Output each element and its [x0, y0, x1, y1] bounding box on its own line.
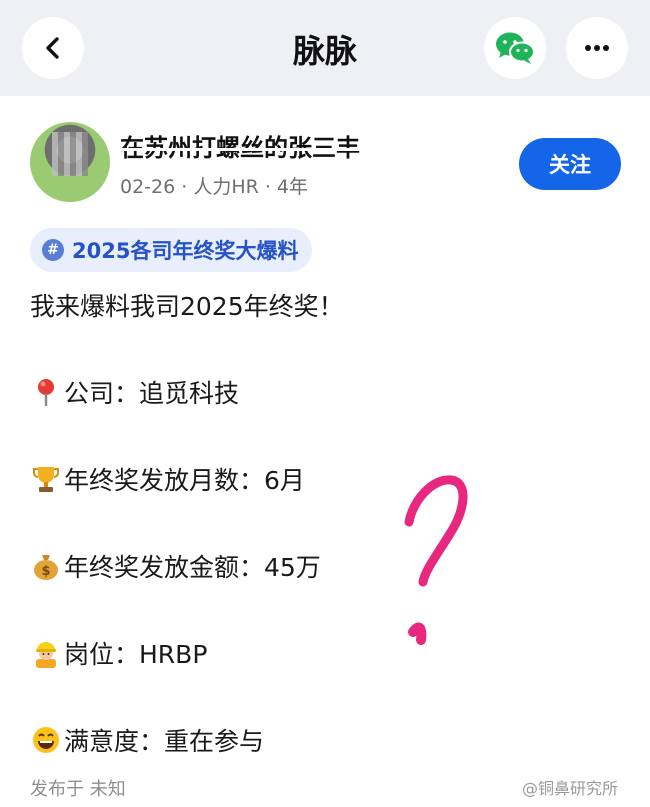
page-title: 脉脉 [292, 32, 357, 70]
post-intro: 我来爆料我司2025年终奖！ [30, 292, 344, 321]
post-line-text: 年终奖发放金额：45万 [64, 553, 321, 582]
topic-tag[interactable]: # 2025各司年终奖大爆料 [30, 228, 313, 272]
post-line-months: 年终奖发放月数：6月 [30, 461, 305, 497]
pin-icon [30, 376, 62, 408]
money-bag-icon: $ [30, 550, 62, 582]
share-wechat-button[interactable] [484, 17, 546, 79]
grinning-face-icon [30, 724, 62, 756]
svg-text:$: $ [41, 564, 50, 579]
author-meta: 02-26 · 人力HR · 4年 [120, 176, 309, 198]
topic-label: 2025各司年终奖大爆料 [72, 239, 299, 263]
post-line-text: 年终奖发放月数：6月 [64, 466, 305, 495]
worker-icon [30, 637, 62, 669]
trophy-icon [30, 463, 62, 495]
post-line-amount: $ 年终奖发放金额：45万 [30, 548, 321, 584]
post-line-text: 公司：追觅科技 [64, 379, 240, 408]
author-name[interactable]: 在苏州打螺丝的张三丰 [120, 128, 360, 163]
post-line-satisfaction: 满意度：重在参与 [30, 722, 264, 758]
publish-info: 发布于 未知 [30, 779, 126, 800]
hashtag-icon: # [42, 239, 64, 261]
follow-button[interactable]: 关注 [519, 138, 621, 190]
question-mark-doodle [404, 475, 468, 645]
top-navigation-bar: 脉脉 [0, 0, 650, 96]
avatar[interactable] [30, 122, 110, 202]
post-line-company: 公司：追觅科技 [30, 374, 239, 410]
post-line-text: 满意度：重在参与 [64, 727, 265, 756]
post-line-text: 岗位：HRBP [64, 640, 208, 669]
name-redaction-line [118, 148, 376, 151]
avatar-mosaic [52, 132, 88, 176]
wechat-icon [496, 32, 535, 64]
more-options-button[interactable] [566, 17, 628, 79]
more-horizontal-icon [585, 45, 609, 51]
post-line-position: 岗位：HRBP [30, 635, 207, 671]
watermark: @铜鼻研究所 [522, 779, 619, 798]
